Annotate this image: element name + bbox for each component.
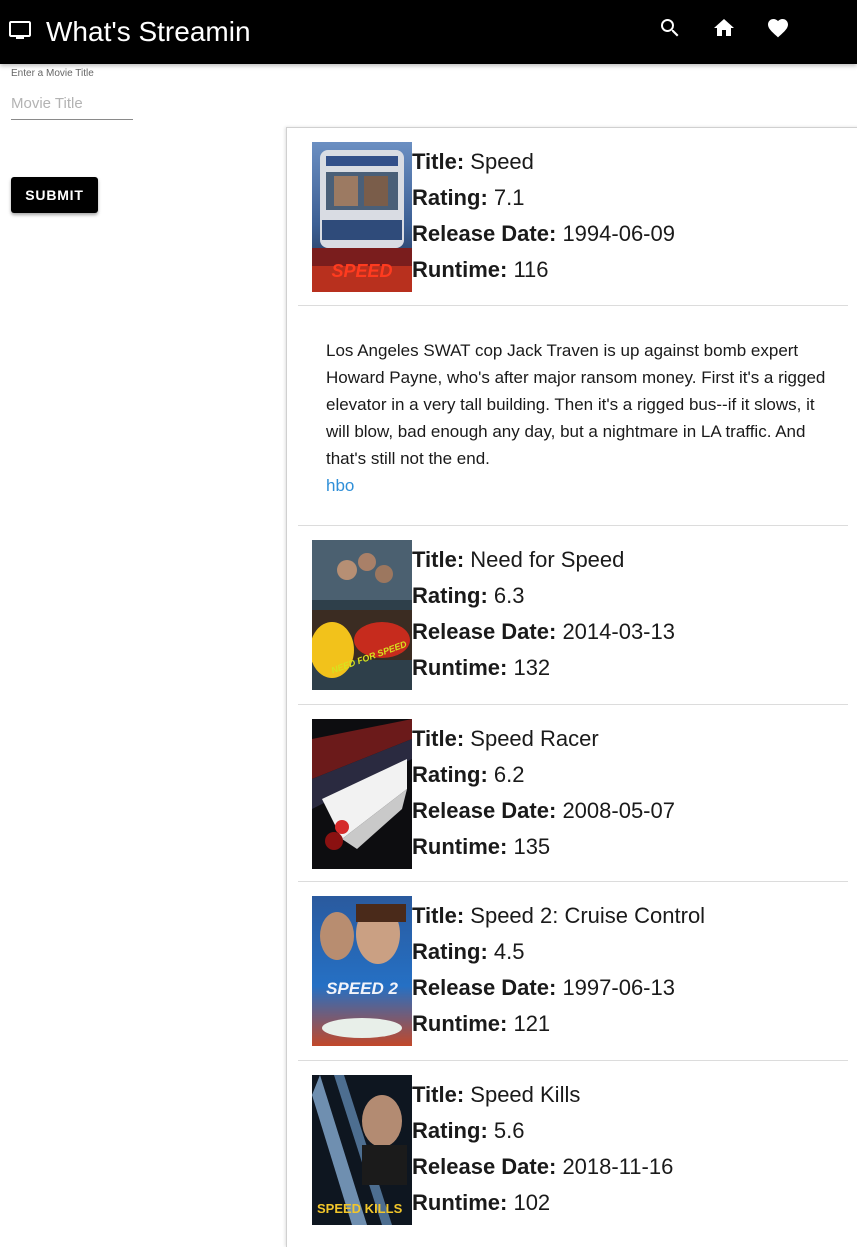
movie-runtime: 121 (513, 1011, 551, 1036)
movie-info: Title: Speed Rating: 7.1 Release Date: 1… (412, 149, 675, 282)
movie-info: Title: Speed 2: Cruise Control Rating: 4… (412, 903, 706, 1036)
heart-icon[interactable] (766, 16, 790, 40)
app-title: What's Streamin (46, 16, 251, 47)
movie-rating: 4.5 (493, 939, 525, 964)
movie-release-date: 1997-06-13 (562, 975, 675, 1000)
movie-runtime: 102 (513, 1190, 551, 1215)
results-panel[interactable]: SPEED Title: Speed Rating: 7.1 Release D… (286, 127, 857, 1247)
movie-info: Title: Speed Racer Rating: 6.2 Release D… (412, 726, 675, 859)
poster-title: SPEED KILLS (317, 1201, 403, 1216)
result-item[interactable]: SPEED Title: Speed Rating: 7.1 Release D… (298, 128, 848, 306)
movie-release-date: 2018-11-16 (562, 1154, 674, 1179)
tv-icon (9, 21, 31, 39)
search-icon[interactable] (658, 16, 682, 40)
movie-rating: 5.6 (493, 1118, 525, 1143)
movie-poster: SPEED (312, 142, 412, 292)
result-item[interactable]: Title: Speed Racer Rating: 6.2 Release D… (298, 705, 848, 882)
movie-overview: Los Angeles SWAT cop Jack Traven is up a… (326, 341, 826, 468)
movie-poster (312, 719, 412, 869)
movie-title-label: Enter a Movie Title (11, 68, 94, 79)
movie-release-date: 2014-03-13 (562, 619, 675, 644)
movie-poster: SPEED 2 (312, 896, 412, 1046)
movie-rating: 7.1 (493, 185, 525, 210)
poster-title: SPEED 2 (326, 979, 398, 998)
app-bar: What's Streamin (0, 0, 857, 64)
movie-runtime: 116 (513, 257, 549, 282)
result-item[interactable]: NEED FOR SPEED Title: Need for Speed Rat… (298, 526, 848, 705)
home-icon[interactable] (712, 16, 736, 40)
movie-title: Speed Racer (470, 726, 599, 751)
movie-info: Title: Speed Kills Rating: 5.6 Release D… (412, 1082, 674, 1215)
movie-poster: NEED FOR SPEED (312, 540, 412, 690)
movie-poster: SPEED KILLS (312, 1075, 412, 1225)
movie-release-date: 2008-05-07 (562, 798, 675, 823)
movie-rating: 6.2 (493, 762, 525, 787)
result-item[interactable]: SPEED 2 Title: Speed 2: Cruise Control R… (298, 882, 848, 1061)
movie-info: Title: Need for Speed Rating: 6.3 Releas… (412, 547, 675, 680)
movie-title-input[interactable] (11, 88, 133, 120)
result-item[interactable]: SPEED KILLS Title: Speed Kills Rating: 5… (298, 1061, 848, 1247)
movie-runtime: 135 (513, 834, 551, 859)
movie-release-date: 1994-06-09 (562, 221, 675, 246)
movie-title: Speed Kills (470, 1082, 581, 1107)
submit-button[interactable]: SUBMIT (11, 177, 98, 213)
movie-title: Speed (470, 149, 534, 174)
movie-rating: 6.3 (493, 583, 525, 608)
movie-title: Need for Speed (470, 547, 625, 572)
movie-details: Los Angeles SWAT cop Jack Traven is up a… (298, 306, 848, 526)
streaming-provider-link[interactable]: hbo (326, 472, 354, 499)
movie-title: Speed 2: Cruise Control (470, 903, 706, 928)
movie-runtime: 132 (513, 655, 551, 680)
poster-title: SPEED (331, 261, 392, 281)
